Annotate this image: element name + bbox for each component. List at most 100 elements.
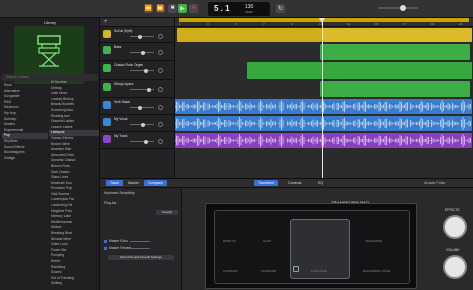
track-lane[interactable] bbox=[175, 132, 473, 149]
track-name[interactable]: Classic Rock Organ bbox=[114, 63, 143, 67]
track-lane[interactable] bbox=[175, 61, 473, 80]
track-volume-slider[interactable] bbox=[130, 122, 154, 127]
record-button[interactable]: ● bbox=[189, 4, 198, 13]
track-icon bbox=[103, 30, 111, 38]
track-name[interactable]: My Track bbox=[114, 134, 127, 138]
ruler-tick-label: 1 bbox=[179, 22, 181, 26]
track-lane[interactable] bbox=[175, 98, 473, 115]
track-icon bbox=[103, 64, 111, 72]
track-region[interactable] bbox=[175, 116, 472, 131]
master-volume-knob[interactable] bbox=[400, 5, 406, 11]
track-name[interactable]: Bass bbox=[114, 45, 121, 49]
track-header[interactable]: My Track bbox=[100, 132, 175, 149]
library-panel: Library Search Library Rock Alternative So… bbox=[0, 18, 100, 290]
tab-controls[interactable]: Controls bbox=[284, 180, 305, 186]
track-region[interactable] bbox=[247, 62, 472, 79]
track-settings-panel: Keyboard Sensitivity Plug-ins Smooth Mas… bbox=[100, 188, 182, 290]
pan-knob[interactable] bbox=[158, 68, 163, 73]
master-reverb-toggle[interactable]: Master Reverb bbox=[104, 246, 131, 250]
master-echo-toggle[interactable]: Master Echo bbox=[104, 239, 128, 243]
tab-track[interactable]: Track bbox=[106, 180, 123, 186]
track-region[interactable] bbox=[322, 28, 472, 42]
ruler-tick-label: 19 bbox=[431, 22, 435, 26]
forward-button[interactable]: ⏩ bbox=[156, 4, 165, 13]
track-lane[interactable] bbox=[175, 43, 473, 61]
track-lane[interactable] bbox=[175, 27, 473, 43]
pad-label-low-voice: LOW VOICE bbox=[311, 269, 327, 273]
volume-label: VOLUME bbox=[446, 248, 460, 252]
track-icon bbox=[103, 118, 111, 126]
track-header[interactable]: Bass bbox=[100, 43, 175, 61]
control-bar: ⏪ ⏩ ■ ▶ ● 5 . 1 130 KEEP ↻ bbox=[0, 0, 473, 18]
rewind-button[interactable]: ⏪ bbox=[144, 4, 153, 13]
track-headers: + SoCal (Kyle) Bass Classic Rock Organ Stri… bbox=[100, 18, 175, 178]
effects-knob[interactable] bbox=[443, 215, 467, 239]
track-region[interactable] bbox=[175, 133, 472, 148]
track-region[interactable] bbox=[177, 28, 322, 42]
tab-eq[interactable]: EQ bbox=[314, 180, 327, 186]
tab-compare[interactable]: Compare bbox=[144, 180, 167, 186]
pan-knob[interactable] bbox=[158, 87, 163, 92]
master-volume-slider[interactable] bbox=[378, 5, 418, 11]
pad-label-backwards: BACKWARDS VOICE bbox=[363, 269, 391, 273]
track-name[interactable]: String Layers bbox=[114, 82, 133, 86]
track-header[interactable]: Classic Rock Organ bbox=[100, 61, 175, 80]
category-item[interactable]: Vintage bbox=[2, 156, 48, 162]
pad-puck[interactable] bbox=[293, 266, 299, 272]
transform-panel: TRANSFORM PAD ROBOTIC GIANT BRIGHT TELEP… bbox=[182, 188, 473, 290]
transform-pad[interactable]: ROBOTIC GIANT BRIGHT TELEPHONE CHIPMUNK … bbox=[214, 210, 410, 284]
ruler-tick-label: 3 bbox=[207, 22, 209, 26]
plugin-slot-button[interactable]: Smooth bbox=[156, 210, 178, 215]
arrangement-area[interactable]: 1 3 5 7 9 11 13 15 17 19 21 bbox=[175, 18, 473, 178]
track-name[interactable]: My Vocal bbox=[114, 117, 127, 121]
pan-knob[interactable] bbox=[158, 122, 163, 127]
track-icon bbox=[103, 135, 111, 143]
track-volume-slider[interactable] bbox=[130, 68, 154, 73]
ruler-tick-label: 17 bbox=[403, 22, 407, 26]
ruler-tick-label: 5 bbox=[235, 22, 237, 26]
play-button[interactable]: ▶ bbox=[178, 4, 187, 13]
track-region[interactable] bbox=[175, 99, 472, 114]
track-header[interactable]: My Vocal bbox=[100, 115, 175, 132]
track-volume-slider[interactable] bbox=[130, 87, 154, 92]
track-volume-slider[interactable] bbox=[130, 34, 154, 39]
echo-slider[interactable] bbox=[130, 241, 150, 242]
pan-knob[interactable] bbox=[158, 34, 163, 39]
track-name[interactable]: SoCal (Kyle) bbox=[114, 29, 133, 33]
library-title: Library bbox=[43, 20, 57, 25]
lcd-display[interactable]: 5 . 1 130 KEEP bbox=[208, 2, 270, 16]
sound-item[interactable]: Shifting bbox=[49, 281, 99, 287]
edit-settings-button[interactable]: Edit Units and Smooth Settings bbox=[108, 255, 174, 260]
track-header[interactable]: String Layers bbox=[100, 80, 175, 98]
cycle-button[interactable]: ↻ bbox=[276, 4, 285, 13]
pad-label-robotic: ROBOTIC bbox=[223, 239, 236, 243]
track-volume-slider[interactable] bbox=[130, 50, 154, 55]
smart-controls-editor: Track Master Compare Transform Controls … bbox=[100, 178, 473, 290]
track-name[interactable]: Verb Stack bbox=[114, 100, 130, 104]
track-header[interactable]: SoCal (Kyle) bbox=[100, 27, 175, 43]
plug-ins-label: Plug-ins bbox=[104, 201, 117, 205]
tab-master[interactable]: Master bbox=[124, 180, 143, 186]
pad-label-chipmunk: CHIPMUNK bbox=[223, 269, 238, 273]
track-region[interactable] bbox=[320, 44, 470, 60]
reverb-slider[interactable] bbox=[130, 248, 150, 249]
track-region[interactable] bbox=[320, 81, 470, 97]
track-lane[interactable] bbox=[175, 115, 473, 132]
stop-button[interactable]: ■ bbox=[168, 4, 177, 13]
pan-knob[interactable] bbox=[158, 105, 163, 110]
tab-transform[interactable]: Transform bbox=[254, 180, 279, 186]
track-header[interactable]: Verb Stack bbox=[100, 98, 175, 115]
volume-knob[interactable] bbox=[443, 255, 467, 279]
playhead[interactable] bbox=[319, 18, 325, 178]
pan-knob[interactable] bbox=[158, 139, 163, 144]
pad-label-giant: GIANT bbox=[263, 239, 272, 243]
track-volume-slider[interactable] bbox=[130, 105, 154, 110]
pan-knob[interactable] bbox=[158, 50, 163, 55]
region-name-label: Arcade Pulse bbox=[424, 181, 446, 185]
ruler-tick-label: 15 bbox=[375, 22, 379, 26]
track-lane[interactable] bbox=[175, 80, 473, 98]
transform-pad-frame: ROBOTIC GIANT BRIGHT TELEPHONE CHIPMUNK … bbox=[205, 203, 417, 289]
track-icon bbox=[103, 83, 111, 91]
add-track-icon[interactable]: + bbox=[104, 19, 108, 25]
track-volume-slider[interactable] bbox=[130, 139, 154, 144]
